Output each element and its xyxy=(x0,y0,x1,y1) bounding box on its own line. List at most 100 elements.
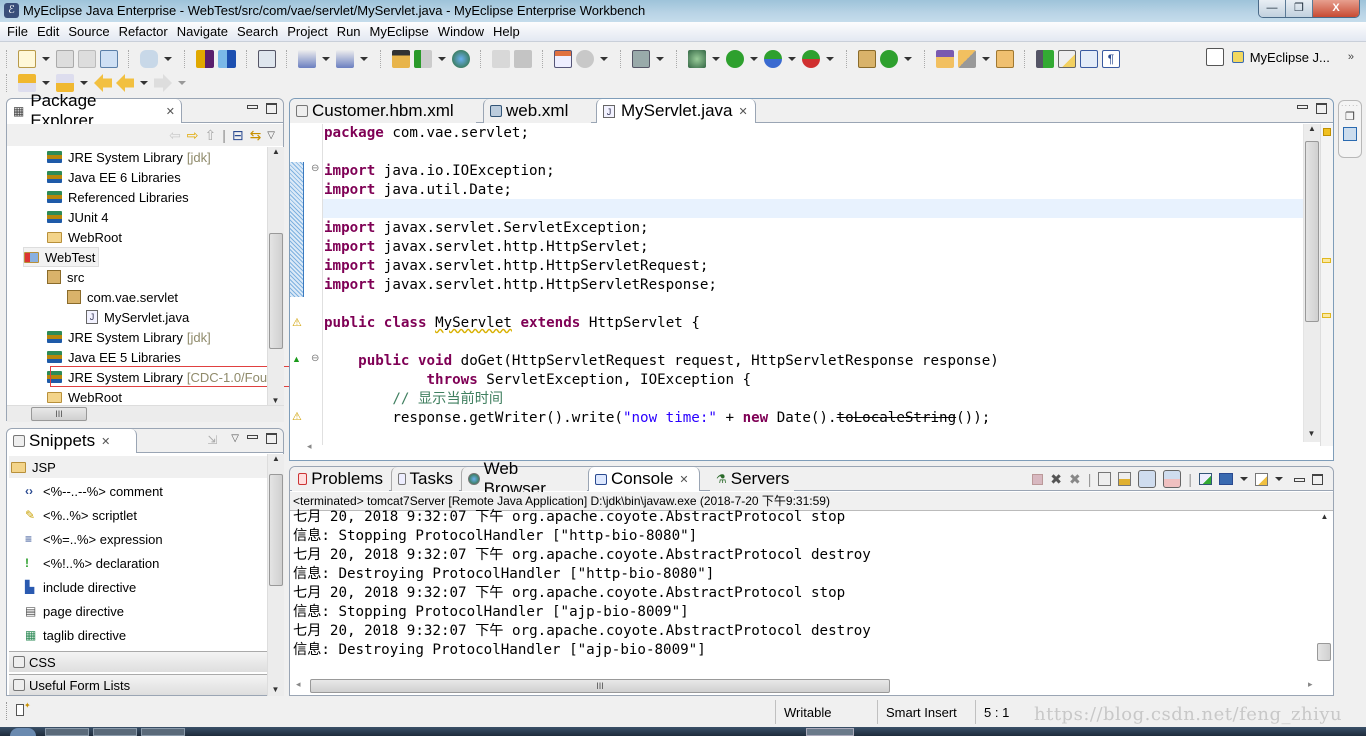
display-console-dropdown[interactable] xyxy=(1240,477,1248,481)
new-java-bean-icon[interactable] xyxy=(140,50,158,68)
outline-icon[interactable] xyxy=(1343,127,1357,141)
debug-dropdown[interactable] xyxy=(712,57,720,61)
menu-help[interactable]: Help xyxy=(493,24,520,39)
warning-icon[interactable]: ⚠ xyxy=(292,410,302,423)
snippet-drawer-useful-form-lists[interactable]: Useful Form Lists xyxy=(9,674,267,695)
save-icon[interactable] xyxy=(56,50,74,68)
view-menu-icon[interactable]: ▽ xyxy=(267,130,275,141)
tab-customer-hbm-xml[interactable]: Customer.hbm.xml xyxy=(290,99,476,123)
snippet-category-jsp[interactable]: JSP xyxy=(9,456,267,478)
maximize-view-icon[interactable] xyxy=(266,103,277,114)
tree-item[interactable]: J MyServlet.java xyxy=(86,307,189,327)
insert-snippet-icon[interactable]: ⇲ xyxy=(207,433,217,447)
perspective-label[interactable]: MyEclipse J... xyxy=(1250,50,1330,65)
report-icon[interactable] xyxy=(576,50,594,68)
tree-item[interactable]: JUnit 4 xyxy=(47,207,108,227)
block-selection-icon[interactable] xyxy=(1080,50,1098,68)
snippet-item[interactable]: ≡ <%=..%> expression xyxy=(25,527,163,551)
forward-icon[interactable] xyxy=(154,74,172,92)
show-on-stderr-icon[interactable] xyxy=(1163,470,1182,488)
console-hscroll[interactable]: ◂ III ▸ xyxy=(290,678,1333,695)
run-history-icon[interactable] xyxy=(764,50,782,68)
tab-web-xml[interactable]: web.xml xyxy=(483,99,591,123)
snippet-drawer-css[interactable]: CSS xyxy=(9,651,267,672)
debug-icon[interactable] xyxy=(688,50,706,68)
new-enterprise-project-icon[interactable] xyxy=(336,50,354,68)
external-tools-icon[interactable] xyxy=(802,50,820,68)
camera-dropdown[interactable] xyxy=(656,57,664,61)
deploy-icon[interactable] xyxy=(392,50,410,68)
menu-search[interactable]: Search xyxy=(237,24,278,39)
run-icon[interactable] xyxy=(726,50,744,68)
highlight-icon[interactable] xyxy=(958,50,976,68)
previous-annotation-icon[interactable] xyxy=(56,74,74,92)
menu-edit[interactable]: Edit xyxy=(37,24,59,39)
new-report-icon[interactable] xyxy=(554,50,572,68)
report-dropdown[interactable] xyxy=(600,57,608,61)
tree-item[interactable]: src xyxy=(47,267,84,287)
fold-collapse-icon[interactable]: ⊖ xyxy=(311,353,319,364)
java-bean-dropdown[interactable] xyxy=(164,57,172,61)
taskbar-item-active[interactable] xyxy=(806,728,854,736)
snippets-vscroll[interactable]: ▲ ▼ xyxy=(267,454,284,696)
new-class-dropdown[interactable] xyxy=(904,57,912,61)
forward-icon[interactable]: ⇨ xyxy=(187,127,199,144)
close-icon[interactable]: ✕ xyxy=(101,435,110,448)
scroll-thumb[interactable] xyxy=(1305,141,1319,322)
show-whitespace-icon[interactable]: ¶ xyxy=(1102,50,1120,68)
fast-view-icon[interactable] xyxy=(16,704,24,716)
print-icon[interactable] xyxy=(100,50,118,68)
scroll-thumb[interactable] xyxy=(269,233,283,349)
minimize-editor-icon[interactable] xyxy=(1297,105,1308,109)
scroll-down-arrow[interactable]: ▼ xyxy=(268,396,283,405)
camera-icon[interactable] xyxy=(632,50,650,68)
scroll-up-arrow[interactable]: ▲ xyxy=(1304,124,1320,138)
snippet-item[interactable]: ▙ include directive xyxy=(25,575,136,599)
collapse-all-icon[interactable]: ⊟ xyxy=(232,127,244,144)
new-class-icon[interactable] xyxy=(880,50,898,68)
tree-item[interactable]: WebRoot xyxy=(47,227,122,247)
remove-launch-icon[interactable]: ✖ xyxy=(1050,471,1062,488)
web-browser-icon[interactable] xyxy=(452,50,470,68)
open-report-icon[interactable] xyxy=(514,50,532,68)
toggle-mark-icon[interactable] xyxy=(1036,50,1054,68)
run-dropdown[interactable] xyxy=(750,57,758,61)
minimize-view-icon[interactable] xyxy=(1294,478,1305,482)
view-menu-icon[interactable]: ▽ xyxy=(231,433,239,447)
toggle-highlight-icon[interactable] xyxy=(1058,50,1076,68)
display-console-icon[interactable] xyxy=(1219,473,1233,485)
scroll-up-arrow[interactable]: ▲ xyxy=(1316,512,1333,526)
snippet-item[interactable]: ▦ taglib directive xyxy=(25,623,126,647)
taskbar-item[interactable] xyxy=(45,728,89,736)
new-icon[interactable] xyxy=(18,50,36,68)
scroll-up-arrow[interactable]: ▲ xyxy=(268,454,284,468)
tab-console[interactable]: Console ✕ xyxy=(588,467,700,491)
perspective-overflow[interactable]: » xyxy=(1348,51,1354,63)
overview-warning-marker[interactable] xyxy=(1323,128,1331,136)
new-dropdown[interactable] xyxy=(42,57,50,61)
previous-annotation-dropdown[interactable] xyxy=(80,81,88,85)
menu-navigate[interactable]: Navigate xyxy=(177,24,228,39)
open-console-dropdown[interactable] xyxy=(1275,477,1283,481)
back-dropdown[interactable] xyxy=(140,81,148,85)
terminate-icon[interactable] xyxy=(1032,473,1044,485)
menu-project[interactable]: Project xyxy=(287,24,327,39)
new-web-service-icon[interactable] xyxy=(218,50,236,68)
tree-item[interactable]: JRE System Library [jdk] xyxy=(47,327,211,347)
run-server-icon[interactable] xyxy=(414,50,432,68)
scroll-up-arrow[interactable]: ▲ xyxy=(268,147,284,161)
tree-item[interactable]: WebRoot xyxy=(47,387,122,407)
pin-console-icon[interactable] xyxy=(1199,473,1212,485)
open-folder-icon[interactable] xyxy=(996,50,1014,68)
scroll-down-arrow[interactable]: ▼ xyxy=(1304,429,1319,438)
last-edit-location-icon[interactable] xyxy=(94,74,112,92)
open-console-icon[interactable] xyxy=(1255,472,1268,486)
minimize-view-icon[interactable] xyxy=(247,435,258,439)
restore-view-icon[interactable]: ❐ xyxy=(1339,110,1361,123)
overview-warning-marker[interactable] xyxy=(1322,313,1331,318)
tab-problems[interactable]: Problems xyxy=(292,467,389,491)
package-explorer-hscroll[interactable]: III xyxy=(7,405,284,422)
scroll-down-arrow[interactable]: ▼ xyxy=(268,685,283,694)
hscroll-left-arrow[interactable]: ◂ xyxy=(307,441,312,452)
new-web-project-icon[interactable] xyxy=(298,50,316,68)
